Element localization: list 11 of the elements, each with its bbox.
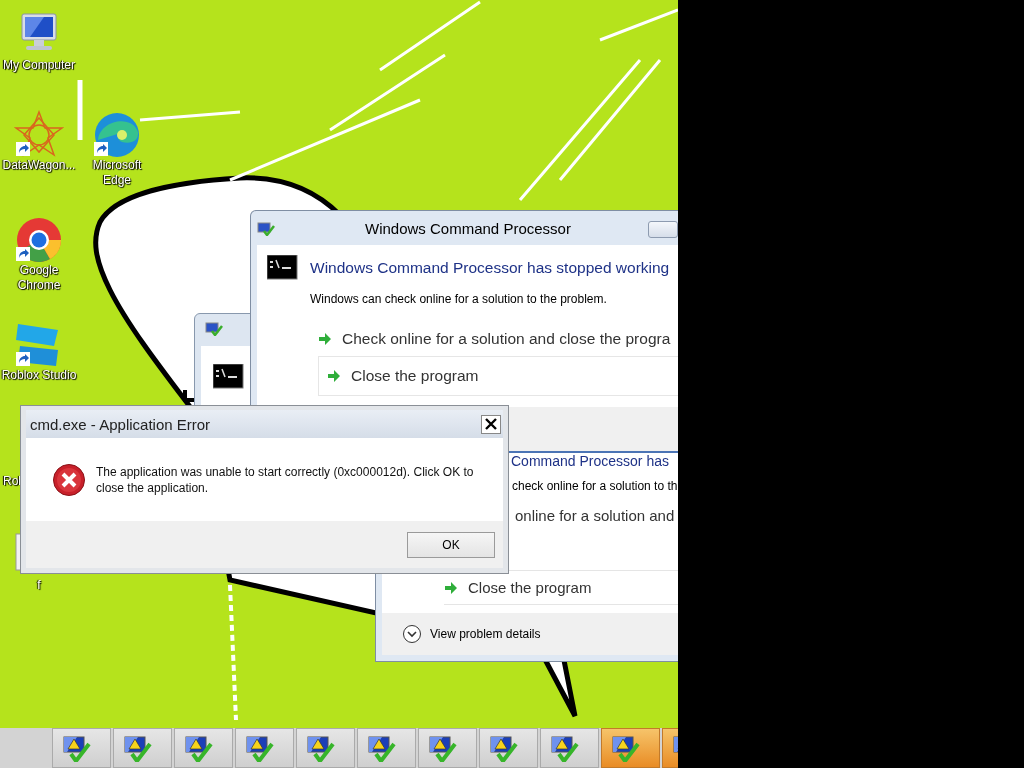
dialog-heading: Windows Command Processor has stopped working (310, 258, 670, 277)
option-button[interactable]: Close the program (318, 356, 678, 396)
ok-button[interactable]: OK (407, 531, 495, 558)
dialog-heading: Command Processor has (510, 453, 670, 469)
window-title: cmd.exe - Application Error (30, 415, 211, 433)
dialog-message: Windows can check online for a solution to the problem. (309, 291, 608, 306)
error-message: The application was unable to start correctly (0xc000012d). Click OK to close the application. (96, 463, 475, 496)
option-button[interactable]: Check online for a solution and close the progra (267, 322, 671, 356)
dialog-message: check online for a solution to th (511, 479, 678, 493)
window-title: Windows Command Processor (365, 219, 571, 237)
option-button[interactable]: online for a solution and (515, 507, 675, 524)
